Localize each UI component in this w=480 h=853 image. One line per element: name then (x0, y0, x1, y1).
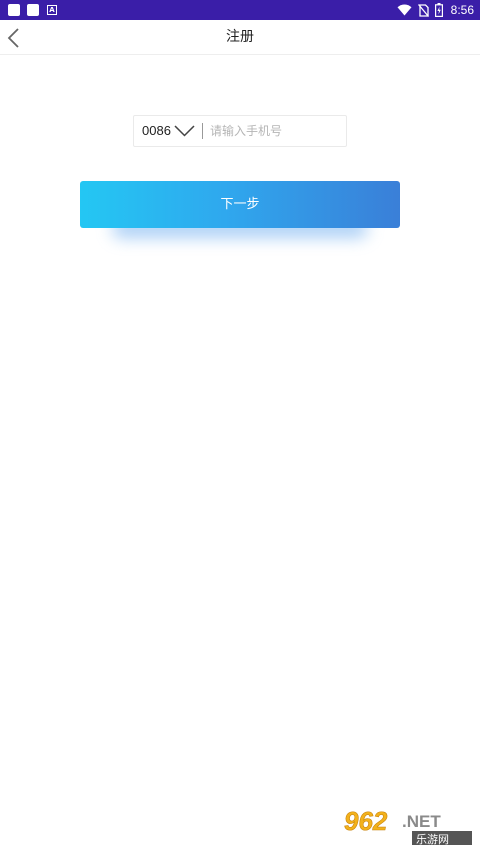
svg-text:乐游网: 乐游网 (416, 833, 449, 846)
next-step-button[interactable]: 下一步 (80, 181, 400, 228)
page-title: 注册 (226, 29, 254, 45)
phone-input-group: 0086 (133, 115, 347, 147)
country-code[interactable]: 0086 (142, 116, 171, 146)
app-square-icon (8, 4, 20, 16)
input-divider (202, 123, 203, 139)
app-square-icon (27, 4, 39, 16)
status-right: 8:56 (397, 0, 474, 20)
phone-input[interactable] (210, 119, 342, 143)
no-sim-icon (417, 3, 429, 17)
nav-bar: 注册 (0, 20, 480, 55)
font-a-icon: A (47, 5, 57, 15)
svg-text:962: 962 (344, 806, 388, 836)
watermark-logo: 962 .NET 乐游网 (340, 803, 476, 847)
status-time: 8:56 (450, 3, 474, 17)
battery-icon (434, 3, 443, 17)
status-bar: A 8:56 (0, 0, 480, 20)
chevron-down-icon[interactable] (174, 125, 195, 137)
svg-text:.NET: .NET (402, 812, 441, 831)
wifi-icon (397, 4, 412, 16)
